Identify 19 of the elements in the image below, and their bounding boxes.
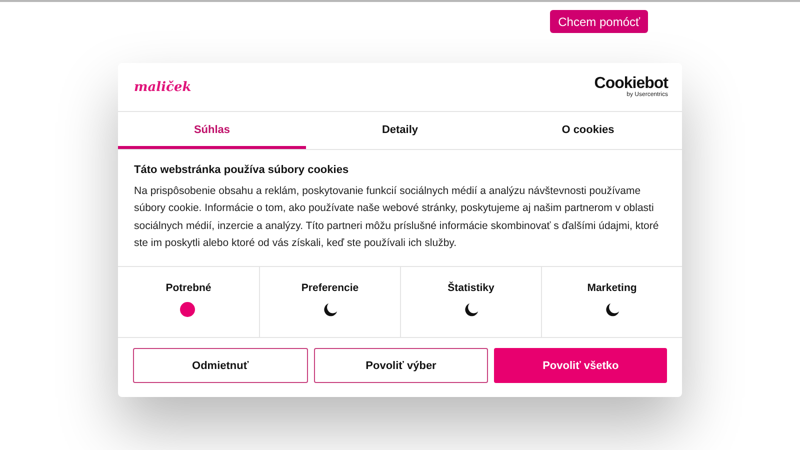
dialog-title: Táto webstránka používa súbory cookies xyxy=(134,164,350,176)
moon-icon[interactable] xyxy=(464,302,478,318)
help-button[interactable]: Chcem pomócť xyxy=(550,10,648,33)
toggle-on[interactable] xyxy=(180,302,195,318)
description: Na prispôsobenie obsahu a reklám, poskytovanie funkcií sociálnych médií a analýzu návštevnosti používame súbory cookie. Informácie o tom, ako používate naše webové stránky, poskytujeme aj našim partnerom v oblasti sociálnych médií, inzercie a analýzy. Títo partneri môžu príslušné informácie skombinovať s ďalšími údajmi, ktoré ste im poskytli alebo ktoré od vás získali, keď ste používali ich služby. xyxy=(134,184,660,251)
category-label: Potrebné xyxy=(166,282,212,294)
category-label: Marketing xyxy=(587,282,637,294)
brand-name: Cookiebot xyxy=(594,76,668,92)
category-label: Štatistiky xyxy=(448,282,494,294)
moon-icon[interactable] xyxy=(604,302,620,318)
tab[interactable]: Detaily xyxy=(306,112,494,149)
category-label: Preferencie xyxy=(301,282,359,294)
tab[interactable]: O cookies xyxy=(494,112,682,149)
consent-button[interactable]: Odmietnuť xyxy=(133,348,308,384)
accept-all-button[interactable]: Povoliť všetko xyxy=(494,348,668,384)
logo: maliček xyxy=(134,80,192,94)
consent-button[interactable]: Povoliť výber xyxy=(314,348,488,384)
tab[interactable]: Súhlas xyxy=(118,112,306,149)
moon-icon[interactable] xyxy=(322,302,338,318)
